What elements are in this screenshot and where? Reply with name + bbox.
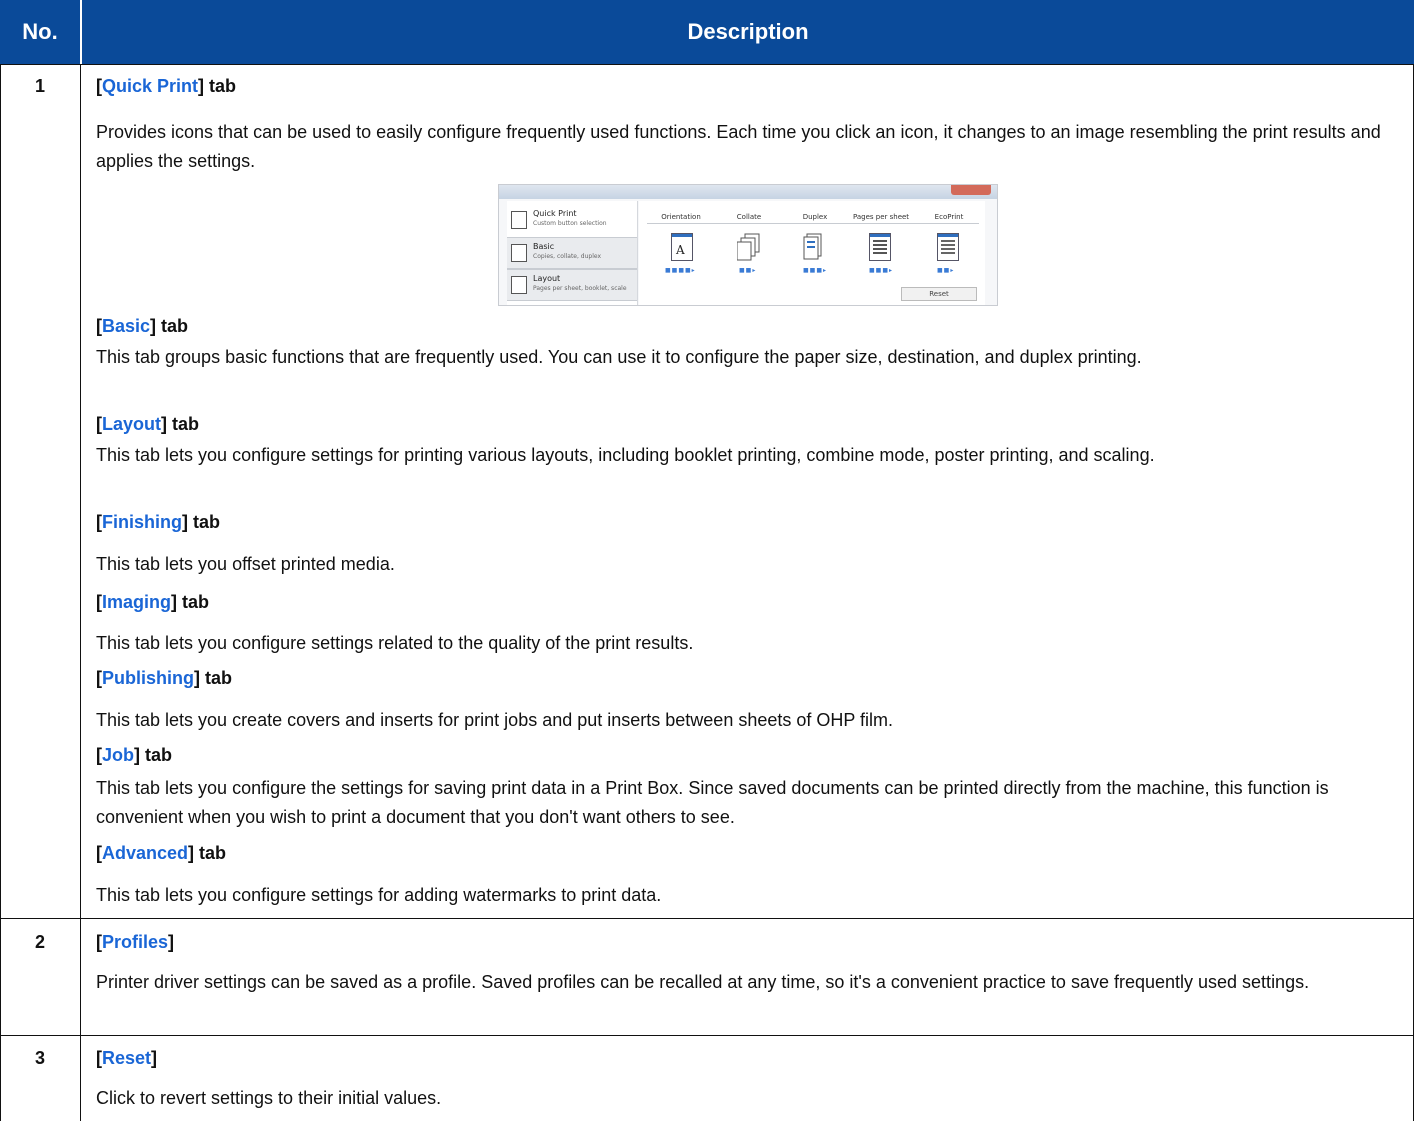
section-heading-advanced: [Advanced] tab <box>96 843 226 864</box>
sidebar-item-quick-print: Quick Print Custom button selection <box>507 205 637 235</box>
heading-suffix: ] tab <box>194 668 232 688</box>
print-settings-screenshot: Quick Print Custom button selection Basi… <box>498 184 998 306</box>
heading-suffix: ] tab <box>150 316 189 336</box>
section-heading-basic: [Basic] tab <box>96 316 188 337</box>
section-text: This tab lets you configure settings rel… <box>96 633 694 653</box>
thumbnail-divider <box>647 223 979 224</box>
thumbnail-reset-button: Reset <box>901 287 977 301</box>
pages-indicator-icon: ■■■▸ <box>869 267 894 274</box>
row-divider <box>0 1035 1414 1036</box>
column-label-ecoprint: EcoPrint <box>934 213 964 221</box>
section-text: Click to revert settings to their initia… <box>96 1088 442 1108</box>
column-label-pages-per-sheet: Pages per sheet <box>852 213 910 221</box>
heading-suffix: ] tab <box>198 76 237 96</box>
row-divider <box>0 64 1414 65</box>
section-text: This tab lets you configure settings for… <box>96 885 662 905</box>
section-text: This tab groups basic functions that are… <box>96 347 1142 367</box>
row-number: 2 <box>34 932 45 952</box>
column-label-duplex: Duplex <box>802 213 828 221</box>
ecoprint-indicator-icon: ■■▸ <box>937 267 955 274</box>
collate-icon <box>736 233 760 261</box>
description-table: No. Description 1 [Quick Print] tab Prov… <box>0 0 1414 1121</box>
thumbnail-content: Orientation Collate Duplex Pages per she… <box>639 201 985 305</box>
pages-per-sheet-icon <box>869 233 891 261</box>
sidebar-item-label: Layout <box>533 274 561 283</box>
section-heading-imaging: [Imaging] tab <box>96 592 209 613</box>
reset-link[interactable]: Reset <box>102 1048 151 1068</box>
sidebar-item-sub: Pages per sheet, booklet, scale <box>533 285 627 292</box>
section-heading-finishing: [Finishing] tab <box>96 512 220 533</box>
basic-link[interactable]: Basic <box>102 316 150 336</box>
publishing-link[interactable]: Publishing <box>102 668 194 688</box>
layout-icon <box>511 276 527 294</box>
column-header-description: Description <box>687 19 809 44</box>
job-link[interactable]: Job <box>102 745 134 765</box>
section-text: Printer driver settings can be saved as … <box>96 972 1310 992</box>
close-icon <box>951 185 991 195</box>
sidebar-item-label: Quick Print <box>533 209 577 218</box>
section-text: This tab lets you offset printed media. <box>96 554 395 574</box>
basic-icon <box>511 244 527 262</box>
section-text: Provides icons that can be used to easil… <box>96 122 1381 171</box>
table-header: No. Description <box>0 0 1414 64</box>
sidebar-item-sub: Custom button selection <box>533 220 607 227</box>
section-heading-publishing: [Publishing] tab <box>96 668 232 689</box>
section-heading-profiles: [Profiles] <box>96 932 174 953</box>
quick-print-link[interactable]: Quick Print <box>102 76 198 96</box>
section-heading-quick-print: [Quick Print] tab <box>96 76 236 97</box>
quick-print-icon <box>511 211 527 229</box>
row-number: 3 <box>34 1048 45 1068</box>
thumbnail-sidebar: Quick Print Custom button selection Basi… <box>507 201 638 305</box>
sidebar-item-layout: Layout Pages per sheet, booklet, scale <box>507 269 637 301</box>
section-heading-layout: [Layout] tab <box>96 414 199 435</box>
orientation-icon: A <box>671 233 693 261</box>
duplex-indicator-icon: ■■■▸ <box>803 267 828 274</box>
section-text: This tab lets you configure the settings… <box>96 778 1329 827</box>
collate-indicator-icon: ■■▸ <box>739 267 757 274</box>
column-label-collate: Collate <box>736 213 762 221</box>
heading-suffix: ] tab <box>161 414 200 434</box>
heading-suffix: ] tab <box>182 512 220 532</box>
orientation-indicator-icon: ■■■■▸ <box>665 267 696 274</box>
heading-suffix: ] <box>168 932 175 952</box>
heading-suffix: ] tab <box>171 592 210 612</box>
heading-suffix: ] tab <box>188 843 227 863</box>
imaging-link[interactable]: Imaging <box>102 592 171 612</box>
window-titlebar <box>499 185 997 199</box>
sidebar-item-sub: Copies, collate, duplex <box>533 253 602 260</box>
row-number: 1 <box>34 76 45 96</box>
heading-suffix: ] tab <box>134 745 173 765</box>
table-border-left <box>0 64 1 1121</box>
layout-link[interactable]: Layout <box>102 414 161 434</box>
svg-text:A: A <box>675 243 685 257</box>
heading-suffix: ] <box>151 1048 158 1068</box>
section-text: This tab lets you configure settings for… <box>96 445 1155 465</box>
profiles-link[interactable]: Profiles <box>102 932 168 952</box>
ecoprint-icon <box>937 233 959 261</box>
advanced-link[interactable]: Advanced <box>102 843 188 863</box>
row-divider <box>0 918 1414 919</box>
column-divider <box>80 64 81 1121</box>
sidebar-item-basic: Basic Copies, collate, duplex <box>507 237 637 269</box>
column-header-no: No. <box>22 19 58 44</box>
section-heading-job: [Job] tab <box>96 745 172 766</box>
sidebar-item-label: Basic <box>533 242 555 251</box>
section-heading-reset: [Reset] <box>96 1048 157 1069</box>
column-label-orientation: Orientation <box>661 213 701 221</box>
finishing-link[interactable]: Finishing <box>102 512 182 532</box>
table-border-right <box>1413 64 1414 1121</box>
duplex-icon <box>803 233 823 260</box>
section-text: This tab lets you create covers and inse… <box>96 710 894 730</box>
